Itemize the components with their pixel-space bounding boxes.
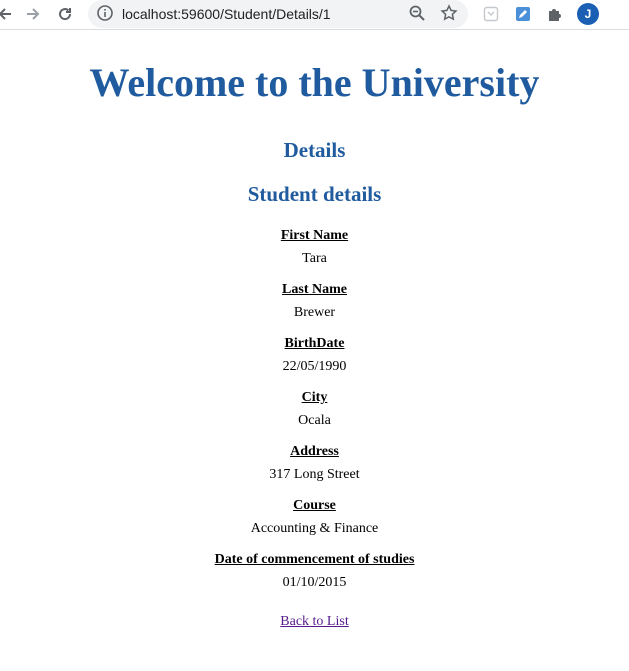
extension-edit-icon[interactable] xyxy=(512,3,534,25)
field-address: Address 317 Long Street xyxy=(0,443,629,484)
profile-avatar[interactable]: J xyxy=(577,3,599,25)
field-commencement-date: Date of commencement of studies 01/10/20… xyxy=(0,551,629,592)
page-content: Welcome to the University Details Studen… xyxy=(0,59,629,630)
field-label: Last Name xyxy=(282,282,347,297)
reload-icon[interactable] xyxy=(54,3,76,25)
field-last-name: Last Name Brewer xyxy=(0,281,629,322)
url-text[interactable]: localhost:59600/Student/Details/1 xyxy=(122,6,331,22)
browser-toolbar: localhost:59600/Student/Details/1 J xyxy=(0,0,629,30)
field-city: City Ocala xyxy=(0,389,629,430)
field-value: Brewer xyxy=(293,305,336,320)
field-course: Course Accounting & Finance xyxy=(0,497,629,538)
field-value: Tara xyxy=(302,251,327,266)
extension-pocket-icon[interactable] xyxy=(480,3,502,25)
student-details-list: First Name Tara Last Name Brewer BirthDa… xyxy=(0,227,629,592)
field-label: Address xyxy=(290,444,339,459)
forward-arrow-icon[interactable] xyxy=(22,3,44,25)
site-info-icon[interactable] xyxy=(96,4,114,27)
field-value: Accounting & Finance xyxy=(250,521,379,536)
back-to-list-link[interactable]: Back to List xyxy=(280,614,348,630)
field-value: Ocala xyxy=(298,413,331,428)
page-subtitle: Details xyxy=(283,138,346,162)
section-title: Student details xyxy=(247,182,382,206)
field-label: Date of commencement of studies xyxy=(214,552,415,567)
field-value: 317 Long Street xyxy=(269,467,360,482)
field-value: 22/05/1990 xyxy=(282,359,347,374)
back-arrow-icon[interactable] xyxy=(0,3,16,25)
bookmark-star-icon[interactable] xyxy=(440,4,458,27)
field-first-name: First Name Tara xyxy=(0,227,629,268)
field-label: Course xyxy=(293,498,336,513)
field-label: First Name xyxy=(280,228,349,243)
zoom-icon[interactable] xyxy=(408,4,426,27)
field-label: BirthDate xyxy=(284,336,345,351)
field-birthdate: BirthDate 22/05/1990 xyxy=(0,335,629,376)
field-value: 01/10/2015 xyxy=(282,575,347,590)
address-bar[interactable]: localhost:59600/Student/Details/1 xyxy=(88,0,468,28)
field-label: City xyxy=(301,390,328,405)
extensions-puzzle-icon[interactable] xyxy=(543,3,565,25)
page-title: Welcome to the University xyxy=(89,60,540,105)
